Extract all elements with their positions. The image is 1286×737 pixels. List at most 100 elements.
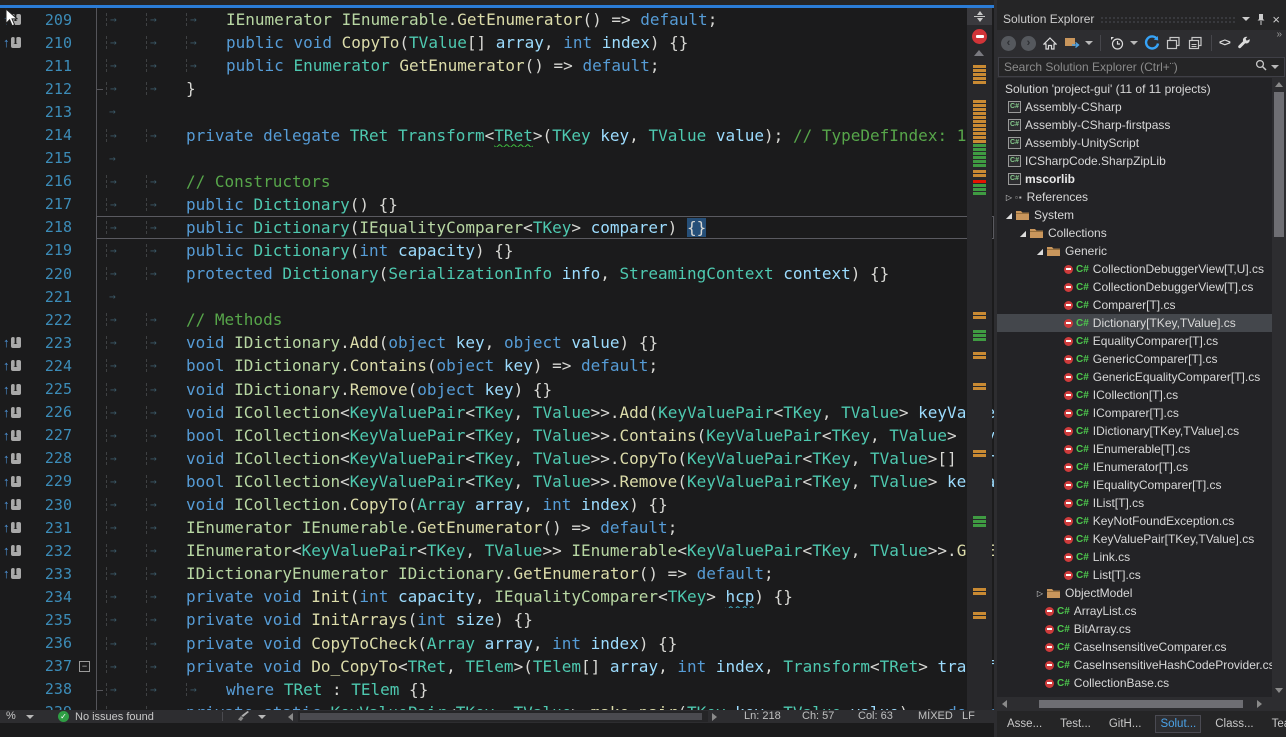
code-text[interactable]: →→→public void CopyTo(TValue[] array, in… (96, 31, 994, 54)
code-text[interactable]: →→private void Do_CopyTo<TRet, TElem>(TE… (96, 655, 994, 678)
code-line[interactable]: ↑I225→→void IDictionary.Remove(object ke… (0, 378, 994, 401)
code-text[interactable]: →→private void InitArrays(int size) {} (96, 608, 994, 631)
tree-item-solution-project-gui-11-of-11-projects[interactable]: Solution 'project-gui' (11 of 11 project… (997, 80, 1286, 98)
hscroll-left-arrow-icon[interactable] (288, 713, 293, 721)
outline-margin[interactable] (76, 470, 96, 493)
tool-window-tab-class[interactable]: Class... (1211, 716, 1257, 732)
glyph-margin[interactable]: ↑I (0, 498, 28, 511)
outline-margin[interactable] (76, 331, 96, 354)
code-cleanup-icon[interactable] (236, 711, 251, 726)
implements-interface-icon[interactable]: ↑I (3, 13, 21, 26)
code-line[interactable]: ↑I233→→IDictionaryEnumerator IDictionary… (0, 562, 994, 585)
tree-item-dictionary-tkey-tvalue-cs[interactable]: C#Dictionary[TKey,TValue].cs (997, 314, 1286, 332)
code-line[interactable]: 222→→// Methods (0, 308, 994, 331)
outline-margin[interactable] (76, 285, 96, 308)
tree-item-generic[interactable]: ◢Generic (997, 242, 1286, 260)
current-code-line[interactable]: →→public Dictionary(IEqualityComparer<TK… (96, 216, 994, 239)
outline-margin[interactable] (76, 170, 96, 193)
implements-interface-icon[interactable]: ↑I (3, 383, 21, 396)
status-segment[interactable]: LF (962, 710, 975, 723)
code-text[interactable]: →→bool IDictionary.Contains(object key) … (96, 354, 994, 377)
toolbar-overflow-icon[interactable]: » (1276, 30, 1282, 40)
tree-item-genericcomparer-t-cs[interactable]: C#GenericComparer[T].cs (997, 350, 1286, 368)
implements-interface-icon[interactable]: ↑I (3, 521, 21, 534)
tree-item-collectiondebuggerview-t-cs[interactable]: C#CollectionDebuggerView[T].cs (997, 278, 1286, 296)
outline-margin[interactable] (76, 632, 96, 655)
home-icon[interactable] (1041, 35, 1058, 52)
glyph-margin[interactable]: ↑I (0, 521, 28, 534)
status-segment[interactable]: Col: 63 (858, 710, 893, 723)
tree-item-comparer-t-cs[interactable]: C#Comparer[T].cs (997, 296, 1286, 314)
glyph-margin[interactable]: ↑I (0, 567, 28, 580)
outline-margin[interactable] (76, 239, 96, 262)
implements-interface-icon[interactable]: ↑I (3, 406, 21, 419)
tree-horizontal-scrollbar[interactable] (997, 697, 1286, 711)
outline-margin[interactable] (76, 123, 96, 146)
implements-interface-icon[interactable]: ↑I (3, 475, 21, 488)
document-health-indicator[interactable]: ✓ No issues found (58, 710, 154, 723)
hscroll-right-arrow-icon[interactable] (712, 713, 717, 721)
outline-margin[interactable] (76, 378, 96, 401)
glyph-margin[interactable]: ↑I (0, 452, 28, 465)
tool-window-tab-solut[interactable]: Solut... (1155, 715, 1201, 733)
code-text[interactable]: →→void IDictionary.Add(object key, objec… (96, 331, 994, 354)
code-text[interactable]: →→void ICollection<KeyValuePair<TKey, TV… (96, 447, 994, 470)
filter-dropdown-icon[interactable] (1130, 41, 1138, 45)
tree-item-icollection-t-cs[interactable]: C#ICollection[T].cs (997, 386, 1286, 404)
code-line[interactable]: 239→→private static KeyValuePair<TKey, T… (0, 701, 994, 710)
code-text[interactable]: →→IEnumerator IEnumerable.GetEnumerator(… (96, 516, 994, 539)
code-line[interactable]: 219→→public Dictionary(int capacity) {} (0, 239, 994, 262)
expander-closed-icon[interactable]: ▷ (1003, 193, 1015, 202)
solution-explorer-title-bar[interactable]: Solution Explorer × (997, 8, 1286, 30)
code-line[interactable]: 235→→private void InitArrays(int size) {… (0, 608, 994, 631)
code-text[interactable]: →→→where TRet : TElem {} (96, 678, 994, 701)
pin-icon[interactable] (1256, 13, 1266, 26)
code-line[interactable]: 216→→// Constructors (0, 170, 994, 193)
code-text[interactable]: →→bool ICollection<KeyValuePair<TKey, TV… (96, 424, 994, 447)
tree-item-assembly-csharp[interactable]: C#Assembly-CSharp (997, 98, 1286, 116)
tree-item-references[interactable]: ▷▫▪References (997, 188, 1286, 206)
glyph-margin[interactable]: ↑I (0, 429, 28, 442)
tree-item-caseinsensitivecomparer-cs[interactable]: C#CaseInsensitiveComparer.cs (997, 638, 1286, 656)
tree-item-objectmodel[interactable]: ▷ObjectModel (997, 584, 1286, 602)
tree-scroll-down-icon[interactable] (1275, 688, 1283, 693)
outline-margin[interactable] (76, 308, 96, 331)
tool-window-tab-gith[interactable]: GitH... (1105, 716, 1146, 732)
code-cleanup-dropdown-icon[interactable] (258, 715, 266, 719)
glyph-margin[interactable]: ↑I (0, 475, 28, 488)
outline-margin[interactable] (76, 100, 96, 123)
code-line[interactable]: 221→ (0, 285, 994, 308)
collapse-all-icon[interactable] (1187, 35, 1204, 52)
outline-margin[interactable] (76, 354, 96, 377)
code-text[interactable]: →→→public Enumerator GetEnumerator() => … (96, 54, 994, 77)
code-line[interactable]: ↑I224→→bool IDictionary.Contains(object … (0, 354, 994, 377)
editor-vertical-scrollbar[interactable] (967, 8, 992, 710)
tree-item-ienumerable-t-cs[interactable]: C#IEnumerable[T].cs (997, 440, 1286, 458)
status-segment[interactable]: Ch: 57 (802, 710, 834, 723)
implements-interface-icon[interactable]: ↑I (3, 567, 21, 580)
tree-item-idictionary-tkey-tvalue-cs[interactable]: C#IDictionary[TKey,TValue].cs (997, 422, 1286, 440)
tree-item-collections[interactable]: ◢Collections (997, 224, 1286, 242)
code-text[interactable]: →→private delegate TRet Transform<TRet>(… (96, 123, 994, 146)
implements-interface-icon[interactable]: ↑I (3, 336, 21, 349)
code-line[interactable]: ↑I229→→bool ICollection<KeyValuePair<TKe… (0, 470, 994, 493)
glyph-margin[interactable]: ↑I (0, 336, 28, 349)
expander-open-icon[interactable]: ◢ (1034, 247, 1046, 256)
zoom-dropdown-icon[interactable] (26, 715, 34, 719)
switch-views-dropdown-icon[interactable] (1085, 41, 1093, 45)
pending-changes-filter-icon[interactable] (1108, 35, 1125, 52)
tree-hscroll-thumb[interactable] (1039, 700, 1243, 708)
code-text[interactable]: →→→IEnumerator IEnumerable.GetEnumerator… (96, 8, 994, 31)
code-line[interactable]: ↑I226→→void ICollection<KeyValuePair<TKe… (0, 401, 994, 424)
code-line[interactable]: ↑I223→→void IDictionary.Add(object key, … (0, 331, 994, 354)
code-text[interactable]: →→protected Dictionary(SerializationInfo… (96, 262, 994, 285)
code-line[interactable]: 217→→public Dictionary() {} (0, 193, 994, 216)
search-dropdown-icon[interactable] (1271, 65, 1279, 69)
expander-open-icon[interactable]: ◢ (1003, 211, 1015, 220)
code-line[interactable]: ↑I232→→IEnumerator<KeyValuePair<TKey, TV… (0, 539, 994, 562)
code-line[interactable]: 236→→private void CopyToCheck(Array arra… (0, 632, 994, 655)
tree-item-assembly-csharp-firstpass[interactable]: C#Assembly-CSharp-firstpass (997, 116, 1286, 134)
expander-open-icon[interactable]: ◢ (1017, 229, 1029, 238)
code-text[interactable]: →→private void CopyToCheck(Array array, … (96, 632, 994, 655)
tree-item-ilist-t-cs[interactable]: C#IList[T].cs (997, 494, 1286, 512)
